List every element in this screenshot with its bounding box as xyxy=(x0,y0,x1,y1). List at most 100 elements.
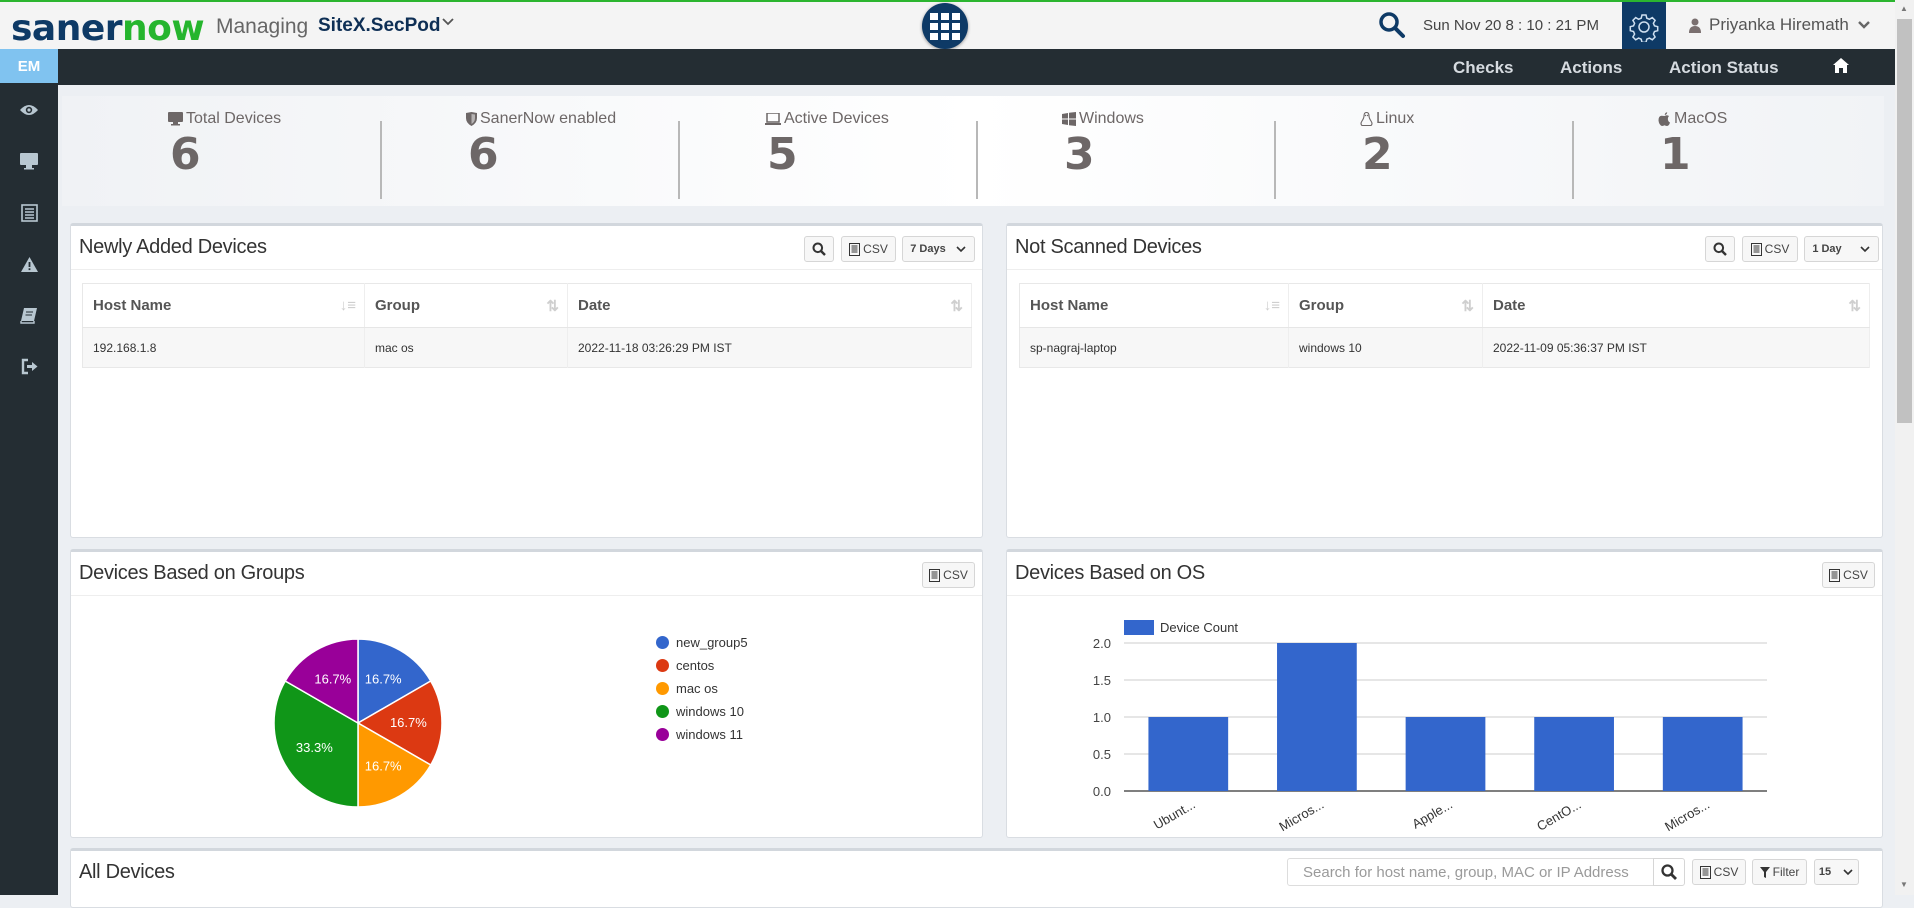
sort-icon[interactable]: ⇅ xyxy=(1461,297,1474,315)
stat-macos[interactable]: MacOS 1 xyxy=(1658,110,1727,180)
nav-checks[interactable]: Checks xyxy=(1453,58,1513,78)
pie-slice-label: 16.7% xyxy=(314,671,351,686)
legend-label: new_group5 xyxy=(676,635,748,650)
bar-4[interactable] xyxy=(1662,717,1743,791)
sort-icon[interactable]: ⇅ xyxy=(1848,297,1861,315)
divider xyxy=(1274,121,1276,199)
module-em-button[interactable]: EM xyxy=(0,49,58,83)
x-tick-label: Ubunt... xyxy=(1151,797,1198,833)
pie-slice-label: 16.7% xyxy=(365,671,402,686)
sort-icon[interactable]: ⇅ xyxy=(950,297,963,315)
search-icon[interactable] xyxy=(1378,11,1406,39)
host-link[interactable]: sp-nagraj-laptop xyxy=(1019,327,1289,368)
stat-value: 1 xyxy=(1660,129,1691,180)
column-group[interactable]: Group ⇅ xyxy=(1288,283,1483,328)
device-stats: Total Devices 6 SanerNow enabled 6 Activ… xyxy=(62,96,1884,206)
stat-active-devices[interactable]: Active Devices 5 xyxy=(765,110,889,180)
column-date[interactable]: Date ⇅ xyxy=(1482,283,1870,328)
search-button[interactable] xyxy=(1705,236,1735,262)
legend-item[interactable]: centos xyxy=(656,658,714,673)
book-icon[interactable] xyxy=(17,303,41,327)
stat-windows[interactable]: Windows 3 xyxy=(1062,110,1144,180)
csv-export-button[interactable]: CSV xyxy=(841,236,896,262)
filter-button[interactable]: Filter xyxy=(1752,859,1807,885)
stat-value: 6 xyxy=(468,129,499,180)
csv-export-button[interactable]: CSV xyxy=(1742,236,1798,262)
pie-slice-label: 16.7% xyxy=(390,715,427,730)
legend-item[interactable]: windows 11 xyxy=(656,727,743,742)
range-select[interactable]: 7 Days xyxy=(902,236,975,262)
y-tick-label: 0.5 xyxy=(1093,747,1111,762)
csv-icon xyxy=(1750,242,1762,256)
panel-title: All Devices xyxy=(79,861,175,883)
all-devices-search-input[interactable] xyxy=(1287,858,1654,886)
sanernow-logo[interactable]: sanernow xyxy=(11,8,205,49)
bar-2[interactable] xyxy=(1405,717,1486,791)
bar-3[interactable] xyxy=(1534,717,1614,791)
page-scrollbar[interactable]: ▲ ▼ xyxy=(1895,0,1914,895)
bar-0[interactable] xyxy=(1148,717,1229,791)
search-icon xyxy=(1713,242,1727,256)
linux-icon xyxy=(1360,111,1373,126)
csv-icon xyxy=(849,242,861,256)
legend-label: Device Count xyxy=(1160,620,1238,635)
devices-by-groups-panel: Devices Based on Groups CSV 16.7% 16.7% 16… xyxy=(70,549,983,838)
sort-icon[interactable]: ↓≡ xyxy=(1264,297,1280,314)
csv-export-button[interactable]: CSV xyxy=(1692,859,1746,885)
stat-total-devices[interactable]: Total Devices 6 xyxy=(168,110,281,180)
search-button[interactable] xyxy=(804,236,834,262)
bar-1[interactable] xyxy=(1277,643,1357,791)
column-host-name[interactable]: Host Name ↓≡ xyxy=(1019,283,1289,328)
eye-icon[interactable] xyxy=(17,98,41,122)
legend-label: windows 10 xyxy=(676,704,744,719)
legend-swatch xyxy=(656,728,669,741)
panel-title: Newly Added Devices xyxy=(79,236,267,258)
date-cell: 2022-11-09 05:36:37 PM IST xyxy=(1482,327,1870,368)
search-icon xyxy=(812,242,826,256)
newly-added-table: Host Name ↓≡ Group ⇅ Date ⇅ 192.168.1.8 mac… xyxy=(82,283,972,368)
stat-value: 5 xyxy=(767,129,798,180)
page-size-select[interactable]: 15 xyxy=(1814,859,1859,885)
search-button[interactable] xyxy=(1653,858,1685,886)
legend-item[interactable]: mac os xyxy=(656,681,718,696)
settings-button[interactable] xyxy=(1622,2,1666,51)
divider xyxy=(380,121,382,199)
sort-icon[interactable]: ⇅ xyxy=(546,297,559,315)
laptop-icon xyxy=(765,113,781,125)
list-icon[interactable] xyxy=(17,201,41,225)
sort-icon[interactable]: ↓≡ xyxy=(340,297,356,314)
column-date[interactable]: Date ⇅ xyxy=(567,283,972,328)
monitor-icon[interactable] xyxy=(17,149,41,173)
legend-swatch xyxy=(1124,620,1154,635)
scroll-down-icon[interactable]: ▼ xyxy=(1900,880,1908,889)
stat-sanernow-enabled[interactable]: SanerNow enabled 6 xyxy=(466,110,616,180)
filter-icon xyxy=(1759,866,1770,878)
column-group[interactable]: Group ⇅ xyxy=(364,283,568,328)
legend-item[interactable]: windows 10 xyxy=(656,704,744,719)
apps-grid-button[interactable] xyxy=(922,3,968,49)
nav-action-status[interactable]: Action Status xyxy=(1669,58,1779,78)
legend-label: centos xyxy=(676,658,715,673)
panel-title: Not Scanned Devices xyxy=(1015,236,1202,258)
x-tick-label: CentO... xyxy=(1534,797,1583,834)
managing-label: Managing xyxy=(216,15,309,38)
stat-linux[interactable]: Linux 2 xyxy=(1360,110,1414,180)
scroll-up-icon[interactable]: ▲ xyxy=(1900,4,1908,13)
logout-icon[interactable] xyxy=(17,354,41,378)
chevron-down-icon[interactable] xyxy=(441,15,455,34)
search-icon xyxy=(1661,864,1677,880)
legend-swatch xyxy=(656,705,669,718)
pie-slice-label: 33.3% xyxy=(296,740,333,755)
nav-actions[interactable]: Actions xyxy=(1560,58,1622,78)
range-select[interactable]: 1 Day xyxy=(1804,236,1879,262)
scrollbar-thumb[interactable] xyxy=(1897,19,1912,423)
table-row: sp-nagraj-laptop windows 10 2022-11-09 0… xyxy=(1019,327,1870,368)
column-host-name[interactable]: Host Name ↓≡ xyxy=(82,283,365,328)
host-link[interactable]: 192.168.1.8 xyxy=(82,327,365,368)
divider xyxy=(976,121,978,199)
home-icon[interactable] xyxy=(1832,57,1850,79)
user-menu[interactable]: Priyanka Hiremath xyxy=(1689,15,1871,35)
warning-icon[interactable] xyxy=(17,252,41,276)
legend-item[interactable]: new_group5 xyxy=(656,635,748,650)
site-selector[interactable]: SiteX.SecPod xyxy=(318,15,441,37)
